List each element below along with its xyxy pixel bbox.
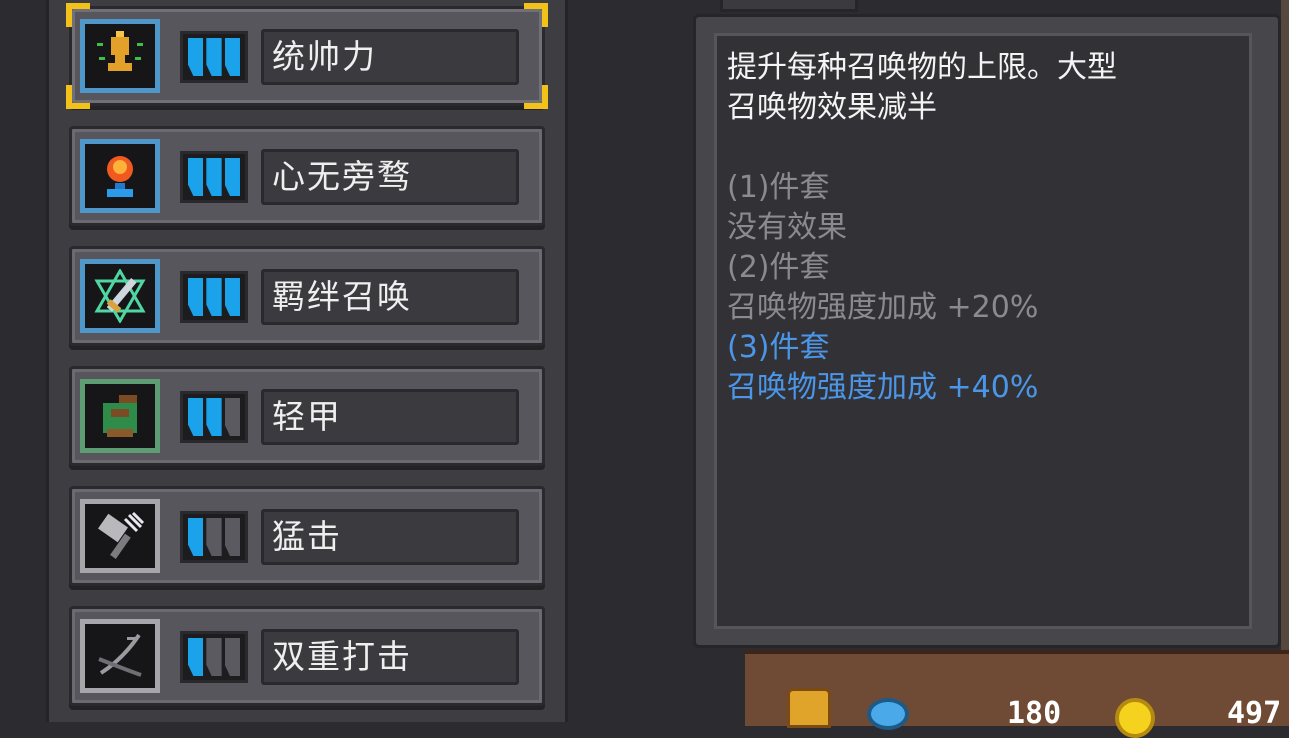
trait-name: 双重打击 — [261, 629, 519, 685]
level-bar-filled — [224, 38, 240, 76]
selection-corner — [524, 85, 548, 109]
level-bar-filled — [206, 158, 222, 196]
trait-row[interactable]: 羁绊召唤 — [69, 246, 545, 346]
tooltip-tab — [720, 0, 858, 12]
trait-row[interactable]: 心无旁骛 — [69, 126, 545, 226]
level-bar-filled — [188, 638, 204, 676]
level-bar-filled — [188, 518, 204, 556]
tooltip-panel: 提升每种召唤物的上限。大型 召唤物效果减半 (1)件套 没有效果 (2)件套 召… — [693, 14, 1281, 648]
trait-row[interactable]: 双重打击 — [69, 606, 545, 706]
level-bar-filled — [206, 38, 222, 76]
gem-count: 180 — [1007, 696, 1062, 731]
selection-corner — [66, 3, 90, 27]
trait-name: 心无旁骛 — [261, 149, 519, 205]
trait-list-panel: 统帅力心无旁骛羁绊召唤轻甲猛击双重打击 — [46, 0, 568, 722]
trait-name: 猛击 — [261, 509, 519, 565]
coin-icon — [1115, 698, 1155, 738]
set-3-effect: 召唤物强度加成 +40% — [727, 370, 1039, 405]
set-2-effect: 召唤物强度加成 +20% — [727, 290, 1039, 325]
level-bar-empty — [206, 638, 222, 676]
selection-corner — [524, 3, 548, 27]
trait-row[interactable]: 轻甲 — [69, 366, 545, 466]
tooltip-description-line-1: 提升每种召唤物的上限。大型 — [727, 50, 1117, 85]
trophy-icon — [80, 19, 160, 93]
level-bar-empty — [224, 518, 240, 556]
set-2-title: (2)件套 — [727, 250, 830, 285]
level-bar-filled — [188, 158, 204, 196]
tooltip-description-line-2: 召唤物效果减半 — [727, 90, 937, 125]
trait-level-bars — [180, 631, 248, 683]
trait-level-bars — [180, 151, 248, 203]
trait-row[interactable]: 猛击 — [69, 486, 545, 586]
level-bar-empty — [206, 518, 222, 556]
level-bar-filled — [188, 278, 204, 316]
selection-corner — [66, 85, 90, 109]
double-strike-icon — [80, 619, 160, 693]
hammer-icon — [80, 499, 160, 573]
trait-level-bars — [180, 31, 248, 83]
set-1-effect: 没有效果 — [727, 210, 847, 245]
trait-row[interactable]: 统帅力 — [66, 3, 548, 109]
coin-count: 497 — [1227, 696, 1282, 731]
trait-name: 轻甲 — [261, 389, 519, 445]
level-bar-empty — [224, 398, 240, 436]
level-bar-filled — [206, 278, 222, 316]
level-bar-filled — [188, 398, 204, 436]
level-bar-filled — [224, 158, 240, 196]
lock-icon[interactable] — [787, 688, 831, 728]
trait-name: 羁绊召唤 — [261, 269, 519, 325]
summon-sword-icon — [80, 259, 160, 333]
currency-bar: 180 497 — [745, 650, 1289, 738]
set-3-title: (3)件套 — [727, 330, 830, 365]
gem-icon — [867, 698, 909, 730]
trait-level-bars — [180, 271, 248, 323]
level-bar-empty — [224, 638, 240, 676]
level-bar-filled — [188, 38, 204, 76]
level-bar-filled — [206, 398, 222, 436]
set-1-title: (1)件套 — [727, 170, 830, 205]
level-bar-filled — [224, 278, 240, 316]
trait-name: 统帅力 — [261, 29, 519, 85]
trait-level-bars — [180, 511, 248, 563]
tooltip-content: 提升每种召唤物的上限。大型 召唤物效果减半 (1)件套 没有效果 (2)件套 召… — [714, 33, 1252, 629]
light-armor-icon — [80, 379, 160, 453]
trait-level-bars — [180, 391, 248, 443]
background-edge — [1281, 0, 1289, 650]
flame-orb-icon — [80, 139, 160, 213]
